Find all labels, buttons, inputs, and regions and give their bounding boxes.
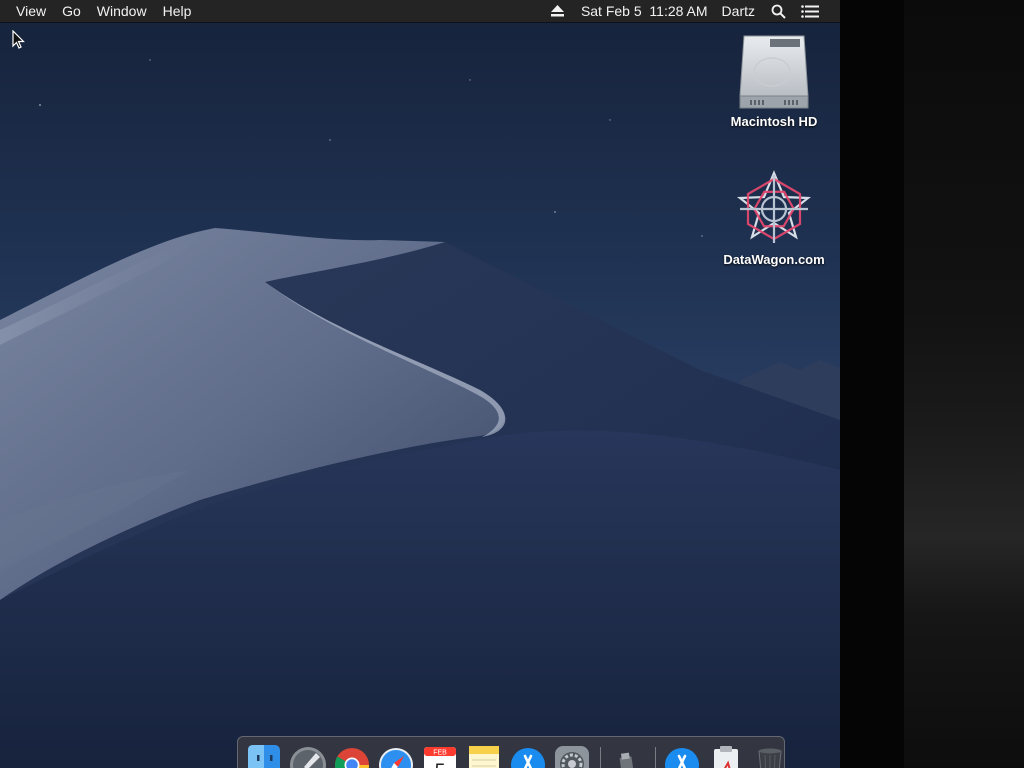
notification-center-icon[interactable] xyxy=(794,0,826,22)
usb-drive-icon[interactable] xyxy=(607,743,647,768)
finder-icon[interactable] xyxy=(244,743,284,768)
calendar-icon[interactable]: FEB 5 xyxy=(420,743,460,768)
menu-window[interactable]: Window xyxy=(89,0,155,22)
spotlight-search-icon[interactable] xyxy=(762,0,794,22)
dock: FEB 5 xyxy=(237,736,785,768)
desktop-icon-datawagon[interactable]: DataWagon.com xyxy=(714,170,834,267)
system-preferences-icon[interactable] xyxy=(552,743,592,768)
launchpad-icon[interactable] xyxy=(288,743,328,768)
notes-icon[interactable] xyxy=(464,743,504,768)
menu-go[interactable]: Go xyxy=(54,0,89,22)
dock-separator xyxy=(655,747,656,768)
eject-icon[interactable] xyxy=(542,0,574,22)
clipboard-icon[interactable] xyxy=(706,743,746,768)
menu-bar: View Go Window Help Sat Feb 5 11:28 AM D… xyxy=(0,0,840,22)
desktop-icon-label: Macintosh HD xyxy=(730,114,818,129)
app-store-download-icon[interactable] xyxy=(662,743,702,768)
menu-help[interactable]: Help xyxy=(155,0,200,22)
trash-icon[interactable] xyxy=(750,743,790,768)
app-store-icon[interactable] xyxy=(508,743,548,768)
calendar-day: 5 xyxy=(435,761,446,768)
adjacent-space-preview xyxy=(904,0,1024,768)
network-volume-icon xyxy=(736,170,812,243)
desktop-icon-label: DataWagon.com xyxy=(723,252,825,267)
calendar-month: FEB xyxy=(433,750,447,757)
dock-separator xyxy=(600,747,601,768)
hard-drive-icon xyxy=(739,35,809,109)
desktop-icon-macintosh-hd[interactable]: Macintosh HD xyxy=(714,32,834,129)
menu-view[interactable]: View xyxy=(8,0,54,22)
screen: View Go Window Help Sat Feb 5 11:28 AM D… xyxy=(0,0,1024,768)
chrome-icon[interactable] xyxy=(332,743,372,768)
menu-clock[interactable]: Sat Feb 5 11:28 AM xyxy=(574,0,715,22)
safari-icon[interactable] xyxy=(376,743,416,768)
menu-user[interactable]: Dartz xyxy=(715,0,762,22)
mouse-cursor-icon xyxy=(12,30,25,49)
